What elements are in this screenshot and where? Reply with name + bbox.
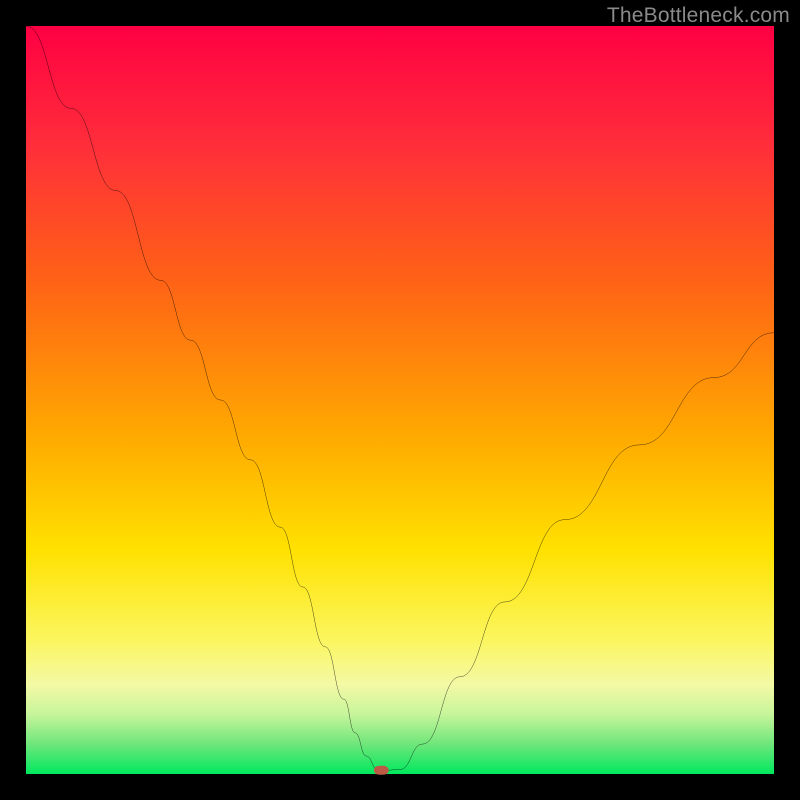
chart-frame: TheBottleneck.com	[0, 0, 800, 800]
plot-area	[26, 26, 774, 774]
bottleneck-curve	[26, 26, 774, 774]
curve-path	[26, 26, 774, 770]
minimum-marker	[374, 766, 389, 775]
watermark-text: TheBottleneck.com	[607, 4, 790, 28]
